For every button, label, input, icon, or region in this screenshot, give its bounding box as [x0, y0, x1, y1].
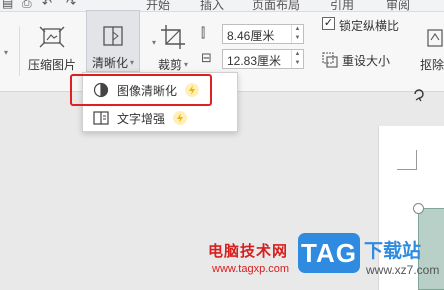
crop-button[interactable]: 裁剪 ▾ — [158, 24, 188, 73]
lock-aspect-ratio-checkbox[interactable]: ✓ — [322, 17, 335, 30]
crop-icon — [161, 25, 186, 49]
height-input[interactable]: 8.46厘米 ▲ ▼ — [222, 24, 304, 44]
chevron-down-icon: ▾ — [130, 58, 135, 67]
crop-label: 裁剪 — [158, 58, 183, 72]
reset-size-label[interactable]: 重设大小 — [342, 52, 390, 69]
chevron-down-icon[interactable]: ▾ — [4, 48, 8, 57]
page-margin-marker — [397, 150, 417, 170]
redo-icon[interactable]: ↷ — [66, 0, 76, 10]
resize-handle[interactable] — [413, 203, 424, 214]
compress-picture-icon — [39, 26, 65, 48]
rotate-handle-icon[interactable] — [412, 84, 426, 104]
ribbon-divider — [19, 26, 20, 76]
remove-background-label[interactable]: 抠除 — [420, 56, 444, 73]
print-preview-icon[interactable]: ⎙ — [22, 0, 32, 11]
chevron-down-icon[interactable]: ▾ — [152, 38, 156, 47]
tag-side-text: 下载站 — [364, 241, 422, 262]
compress-picture-label: 压缩图片 — [28, 58, 77, 72]
clarify-label: 清晰化 — [92, 56, 129, 70]
width-input[interactable]: 12.83厘米 ▲ ▼ — [222, 49, 304, 69]
height-value: 8.46厘米 — [227, 29, 275, 43]
menu-item-text-enhance[interactable]: 文字增强 — [83, 104, 239, 132]
lock-aspect-ratio-label: 锁定纵横比 — [339, 19, 400, 33]
compress-picture-button[interactable]: 压缩图片 — [28, 26, 76, 73]
height-spinner[interactable]: ▲ ▼ — [291, 25, 303, 43]
tag-logo: TAG — [298, 233, 360, 273]
width-dimension-icon: ⊟ — [201, 50, 212, 65]
clarify-icon — [103, 26, 123, 46]
selected-image[interactable] — [418, 208, 444, 290]
highlight-annotation-box — [70, 74, 212, 106]
height-dimension-icon: ⫿ — [201, 25, 206, 40]
undo-icon[interactable]: ↶ — [42, 0, 52, 10]
menu-bar: ▤ ⎙ ↶ ↷ 开始 插入 页面布局 引用 审阅 — [0, 0, 444, 12]
remove-background-icon[interactable] — [426, 28, 444, 48]
watermark-site-name: 电脑技术网 — [208, 243, 289, 260]
quick-access-icon[interactable]: ▤ — [2, 0, 13, 10]
chevron-down-icon: ▾ — [184, 60, 189, 69]
width-spinner[interactable]: ▲ ▼ — [291, 50, 303, 68]
tag-logo-text: TAG — [301, 237, 357, 268]
menu-item-label: 文字增强 — [117, 111, 166, 126]
vip-bolt-icon — [173, 111, 188, 125]
text-enhance-icon — [93, 111, 109, 125]
width-value: 12.83厘米 — [227, 54, 282, 68]
clarify-button-content[interactable]: 清晰化 ▾ — [92, 24, 134, 71]
reset-size-icon[interactable] — [322, 52, 338, 68]
watermark-site-url: www.tagxp.com — [212, 263, 290, 275]
tag-side-url: www.xz7.com — [366, 263, 440, 277]
